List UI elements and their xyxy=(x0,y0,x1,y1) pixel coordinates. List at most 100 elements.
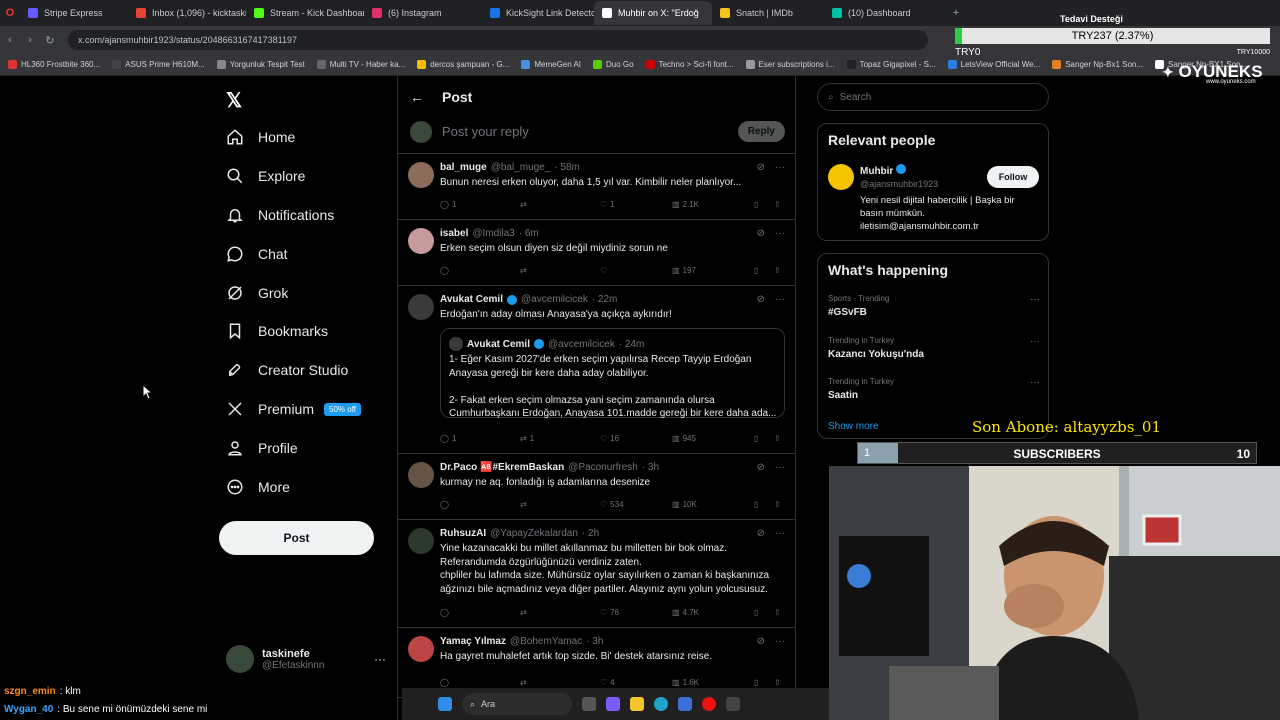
more-dots-icon[interactable]: ··· xyxy=(1030,294,1040,305)
bookmark-action[interactable]: ▯ xyxy=(754,500,774,509)
opera-icon[interactable] xyxy=(702,697,716,711)
bookmark-item[interactable]: Techno > Sci-fi font... xyxy=(645,60,734,69)
share-action[interactable]: ⇧ xyxy=(774,500,786,509)
like-action[interactable]: ♡ 534 xyxy=(600,500,672,509)
bookmark-item[interactable]: HL360 Frostbite 360... xyxy=(8,60,100,69)
tweet[interactable]: Dr.Paco 🆎#EkremBaskan @Paconurfresh · 3h ⊘ ·… xyxy=(398,454,795,520)
browser-tab[interactable]: (10) Dashboard xyxy=(824,1,942,25)
bookmark-item[interactable]: Yorgunluk Tespit Test xyxy=(216,60,305,69)
bookmark-item[interactable]: dercos şampuan - G... xyxy=(417,60,509,69)
like-action[interactable]: ♡ xyxy=(600,266,672,275)
tweet[interactable]: Avukat Cemil @avcemilcicek · 22m ⊘ ··· Erdoğa… xyxy=(398,286,795,454)
back-icon[interactable]: ‹ xyxy=(0,34,20,46)
browser-tab[interactable]: (6) Instagram xyxy=(364,1,482,25)
views-action[interactable]: ▥ 4.7K xyxy=(672,608,754,617)
reply-action[interactable]: ◯ xyxy=(440,500,520,509)
avatar[interactable] xyxy=(408,294,434,320)
like-action[interactable]: ♡ 76 xyxy=(600,608,672,617)
tweet-handle[interactable]: @YapayZekalardan xyxy=(490,528,578,539)
retweet-action[interactable]: ⇄ 1 xyxy=(520,434,600,443)
more-dots-icon[interactable]: ··· xyxy=(374,652,386,666)
retweet-action[interactable]: ⇄ xyxy=(520,678,600,687)
tweet-author-name[interactable]: Avukat Cemil xyxy=(440,294,503,305)
more-dots-icon[interactable]: ··· xyxy=(775,294,785,305)
tweet-author-name[interactable]: Yamaç Yılmaz xyxy=(440,636,506,647)
share-action[interactable]: ⇧ xyxy=(774,678,786,687)
account-switcher[interactable]: taskinefe @Efetaskinnn ··· xyxy=(226,642,386,676)
browser-tab[interactable]: KickSight Link Detector xyxy=(482,1,594,25)
bookmark-action[interactable]: ▯ xyxy=(754,678,774,687)
tweet-author-name[interactable]: RuhsuzAI xyxy=(440,528,486,539)
tweet-handle[interactable]: @avcemilcicek xyxy=(521,294,588,305)
nav-premium[interactable]: Premium 50% off xyxy=(226,400,361,418)
avatar[interactable] xyxy=(408,528,434,554)
tweet-handle[interactable]: @BohemYamac xyxy=(510,636,582,647)
grok-icon[interactable]: ⊘ xyxy=(757,636,765,647)
search-input[interactable]: ⌕ Search xyxy=(817,83,1049,111)
more-dots-icon[interactable]: ··· xyxy=(1030,336,1040,347)
nav-explore[interactable]: Explore xyxy=(226,167,305,185)
views-action[interactable]: ▥ 2.1K xyxy=(672,200,754,209)
tweet[interactable]: RuhsuzAI @YapayZekalardan · 2h ⊘ ··· Yine kaz… xyxy=(398,520,795,628)
show-more-link[interactable]: Show more xyxy=(828,421,879,432)
views-action[interactable]: ▥ 1.6K xyxy=(672,678,754,687)
task-view-icon[interactable] xyxy=(582,697,596,711)
opera-menu-icon[interactable]: O xyxy=(0,7,20,19)
browser-tab-active[interactable]: Muhbir on X: "Erdoğ xyxy=(594,1,712,25)
retweet-action[interactable]: ⇄ xyxy=(520,266,600,275)
like-action[interactable]: ♡ 1 xyxy=(600,200,672,209)
copilot-icon[interactable] xyxy=(606,697,620,711)
nav-notifications[interactable]: Notifications xyxy=(226,206,334,224)
reply-action[interactable]: ◯ xyxy=(440,678,520,687)
bookmark-item[interactable]: Multi TV - Haber ka... xyxy=(316,60,405,69)
grok-icon[interactable]: ⊘ xyxy=(757,528,765,539)
retweet-action[interactable]: ⇄ xyxy=(520,608,600,617)
url-field[interactable]: x.com/ajansmuhbir1923/status/20486631674… xyxy=(68,30,928,50)
grok-icon[interactable]: ⊘ xyxy=(757,462,765,473)
tweet-handle[interactable]: @Imdila3 xyxy=(472,228,514,239)
forward-icon[interactable]: › xyxy=(20,34,40,46)
post-button[interactable]: Post xyxy=(219,521,374,555)
nav-grok[interactable]: Grok xyxy=(226,284,288,302)
bookmark-action[interactable]: ▯ xyxy=(754,200,774,209)
quoted-tweet[interactable]: Avukat Cemil @avcemilcicek · 24m 1- Eğer Ka… xyxy=(440,328,785,419)
reply-input[interactable]: Post your reply xyxy=(442,124,728,139)
retweet-action[interactable]: ⇄ xyxy=(520,200,600,209)
bookmark-item[interactable]: Duo Go xyxy=(593,60,634,69)
trend-item[interactable]: Sports · Trending #GSvFB ··· xyxy=(828,294,1040,318)
reply-action[interactable]: ◯ 1 xyxy=(440,434,520,443)
browser-tab[interactable]: Stripe Express xyxy=(20,1,128,25)
avatar[interactable] xyxy=(828,164,854,190)
nav-profile[interactable]: Profile xyxy=(226,439,298,457)
share-action[interactable]: ⇧ xyxy=(774,200,786,209)
avatar[interactable] xyxy=(408,162,434,188)
like-action[interactable]: ♡ 4 xyxy=(600,678,672,687)
reply-action[interactable]: ◯ xyxy=(440,608,520,617)
nav-chat[interactable]: Chat xyxy=(226,245,288,263)
share-action[interactable]: ⇧ xyxy=(774,434,786,443)
trend-item[interactable]: Trending in Turkey Kazancı Yokuşu'nda ··… xyxy=(828,336,1040,360)
bookmark-action[interactable]: ▯ xyxy=(754,434,774,443)
avatar[interactable] xyxy=(408,636,434,662)
more-dots-icon[interactable]: ··· xyxy=(775,636,785,647)
bookmark-action[interactable]: ▯ xyxy=(754,608,774,617)
bookmark-item[interactable]: MemeGen AI xyxy=(521,60,581,69)
app-icon[interactable] xyxy=(726,697,740,711)
tweet-handle[interactable]: @bal_muge_ xyxy=(491,162,551,173)
x-logo-icon[interactable]: 𝕏 xyxy=(226,88,242,113)
taskbar-search[interactable]: ⌕ Ara xyxy=(462,693,572,715)
tweet-author-name[interactable]: isabel xyxy=(440,228,468,239)
windows-start-icon[interactable] xyxy=(438,697,452,711)
nav-home[interactable]: Home xyxy=(226,128,295,146)
tweet-author-name[interactable]: bal_muge xyxy=(440,162,487,173)
tweet[interactable]: isabel @Imdila3 · 6m ⊘ ··· Erken seçim olsun … xyxy=(398,220,795,286)
views-action[interactable]: ▥ 197 xyxy=(672,266,754,275)
browser-tab[interactable]: Snatch | IMDb xyxy=(712,1,824,25)
grok-icon[interactable]: ⊘ xyxy=(757,228,765,239)
retweet-action[interactable]: ⇄ xyxy=(520,500,600,509)
back-arrow-icon[interactable]: ← xyxy=(410,89,424,105)
more-dots-icon[interactable]: ··· xyxy=(775,162,785,173)
edge-icon[interactable] xyxy=(654,697,668,711)
browser-tab[interactable]: Stream - Kick Dashboard xyxy=(246,1,364,25)
store-icon[interactable] xyxy=(678,697,692,711)
